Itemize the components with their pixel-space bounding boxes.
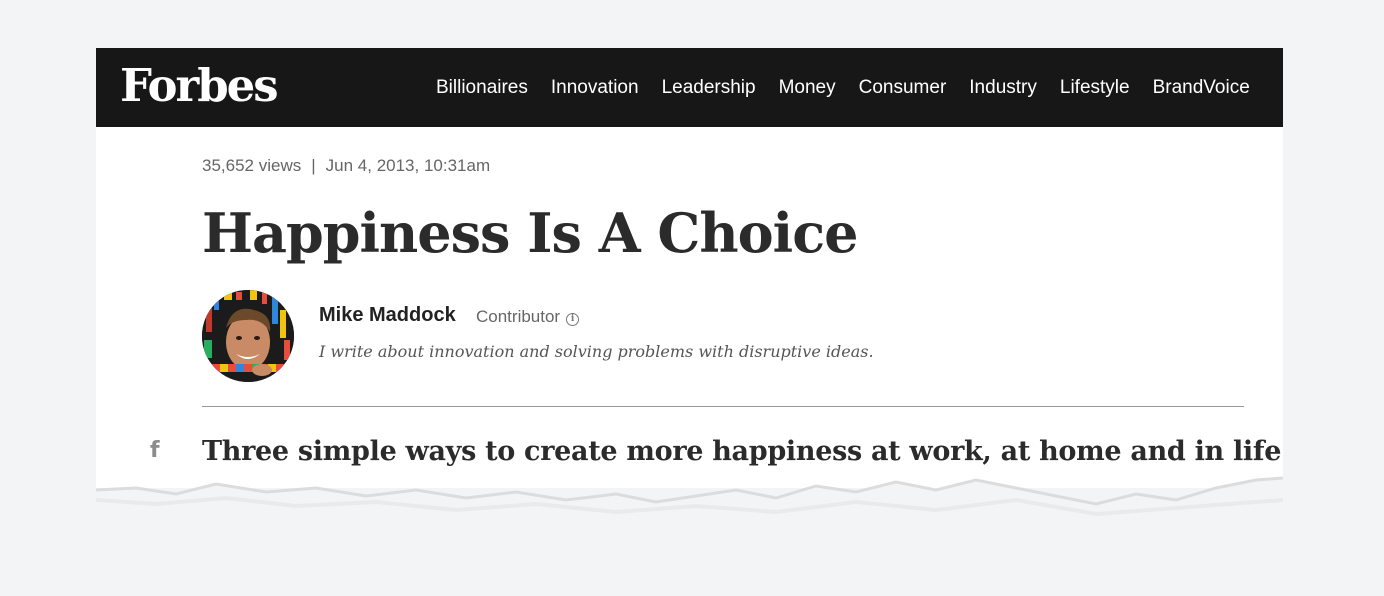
author-role-label: Contributor [476, 307, 561, 326]
article-subheadline: Three simple ways to create more happine… [202, 436, 1282, 467]
meta-separator: | [311, 156, 316, 175]
divider [202, 406, 1244, 407]
nav-item-money[interactable]: Money [779, 77, 836, 99]
nav-item-lifestyle[interactable]: Lifestyle [1060, 77, 1130, 99]
facebook-icon[interactable]: f [150, 438, 160, 463]
forbes-logo[interactable]: Forbes [120, 56, 279, 116]
article-title: Happiness Is A Choice [202, 201, 858, 265]
torn-edge [96, 476, 1283, 550]
nav-item-billionaires[interactable]: Billionaires [436, 77, 528, 99]
author-photo [202, 290, 294, 382]
article-card: Forbes Billionaires Innovation Leadershi… [96, 48, 1283, 488]
author-name[interactable]: Mike Maddock [319, 304, 456, 327]
author-bio: I write about innovation and solving pro… [319, 342, 874, 361]
main-nav: Billionaires Innovation Leadership Money… [436, 48, 1283, 127]
author-avatar[interactable] [202, 290, 294, 382]
author-role: Contributor i [476, 307, 580, 327]
view-count: 35,652 views [202, 156, 302, 175]
publish-date: Jun 4, 2013, 10:31am [325, 156, 491, 175]
nav-item-leadership[interactable]: Leadership [662, 77, 756, 99]
nav-item-consumer[interactable]: Consumer [859, 77, 947, 99]
nav-item-innovation[interactable]: Innovation [551, 77, 639, 99]
nav-item-industry[interactable]: Industry [969, 77, 1037, 99]
info-icon[interactable]: i [566, 313, 580, 326]
article-meta: 35,652 views | Jun 4, 2013, 10:31am [202, 156, 490, 176]
forbes-header: Forbes Billionaires Innovation Leadershi… [96, 48, 1283, 127]
nav-item-brandvoice[interactable]: BrandVoice [1153, 77, 1250, 99]
